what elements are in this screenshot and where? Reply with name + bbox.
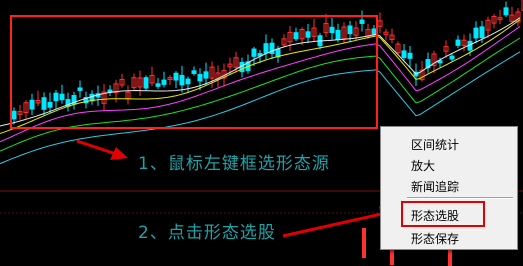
- moving-average-line: [0, 26, 521, 143]
- candle-body: [449, 55, 455, 60]
- arrow-to-selection: [76, 139, 128, 160]
- menu-item-pattern-save[interactable]: 形态保存: [411, 230, 459, 247]
- candle-body: [203, 71, 209, 79]
- candle-body: [161, 79, 167, 85]
- candle-body: [329, 26, 335, 34]
- candle-body: [407, 52, 413, 59]
- candle-body: [455, 39, 461, 46]
- candle-body: [53, 92, 59, 102]
- moving-average-line: [0, 17, 521, 127]
- candle-body: [473, 27, 479, 39]
- candle-body: [29, 99, 35, 110]
- candle-body: [347, 25, 353, 35]
- candle-body: [41, 97, 47, 110]
- candle-body: [155, 83, 161, 87]
- step-two-annotation: 2、点击形态选股: [138, 223, 276, 243]
- menu-item-news-tracking[interactable]: 新闻追踪: [411, 178, 459, 195]
- candle-body: [77, 87, 83, 91]
- candle-body: [263, 43, 269, 54]
- menu-item-interval-stats[interactable]: 区间统计: [411, 136, 459, 153]
- candle-body: [143, 77, 149, 89]
- candle-body: [173, 72, 179, 81]
- menu-item-zoom[interactable]: 放大: [411, 157, 435, 174]
- volume-bar: [362, 228, 366, 258]
- candle-body: [47, 101, 53, 108]
- candle-body: [197, 74, 203, 82]
- candle-body: [305, 31, 311, 38]
- candle-body: [185, 78, 191, 85]
- candle-body: [371, 28, 377, 35]
- moving-average-line: [0, 19, 521, 134]
- candle-body: [191, 70, 197, 74]
- candle-body: [335, 29, 341, 40]
- menu-item-pattern-stock-selection[interactable]: 形态选股: [411, 207, 459, 224]
- candle-body: [401, 50, 407, 59]
- menu-separator: [407, 197, 513, 199]
- candle-body: [293, 32, 299, 40]
- candle-body: [251, 48, 257, 57]
- candle-body: [11, 110, 17, 120]
- candle-body: [59, 93, 65, 101]
- step-one-annotation: 1、鼠标左键框选形态源: [138, 154, 330, 174]
- candle-body: [503, 7, 509, 16]
- candle-body: [479, 26, 485, 39]
- candle-body: [179, 74, 185, 86]
- candle-body: [359, 19, 365, 24]
- context-menu: 区间统计 放大 新闻追踪 形态选股 形态保存: [380, 126, 518, 250]
